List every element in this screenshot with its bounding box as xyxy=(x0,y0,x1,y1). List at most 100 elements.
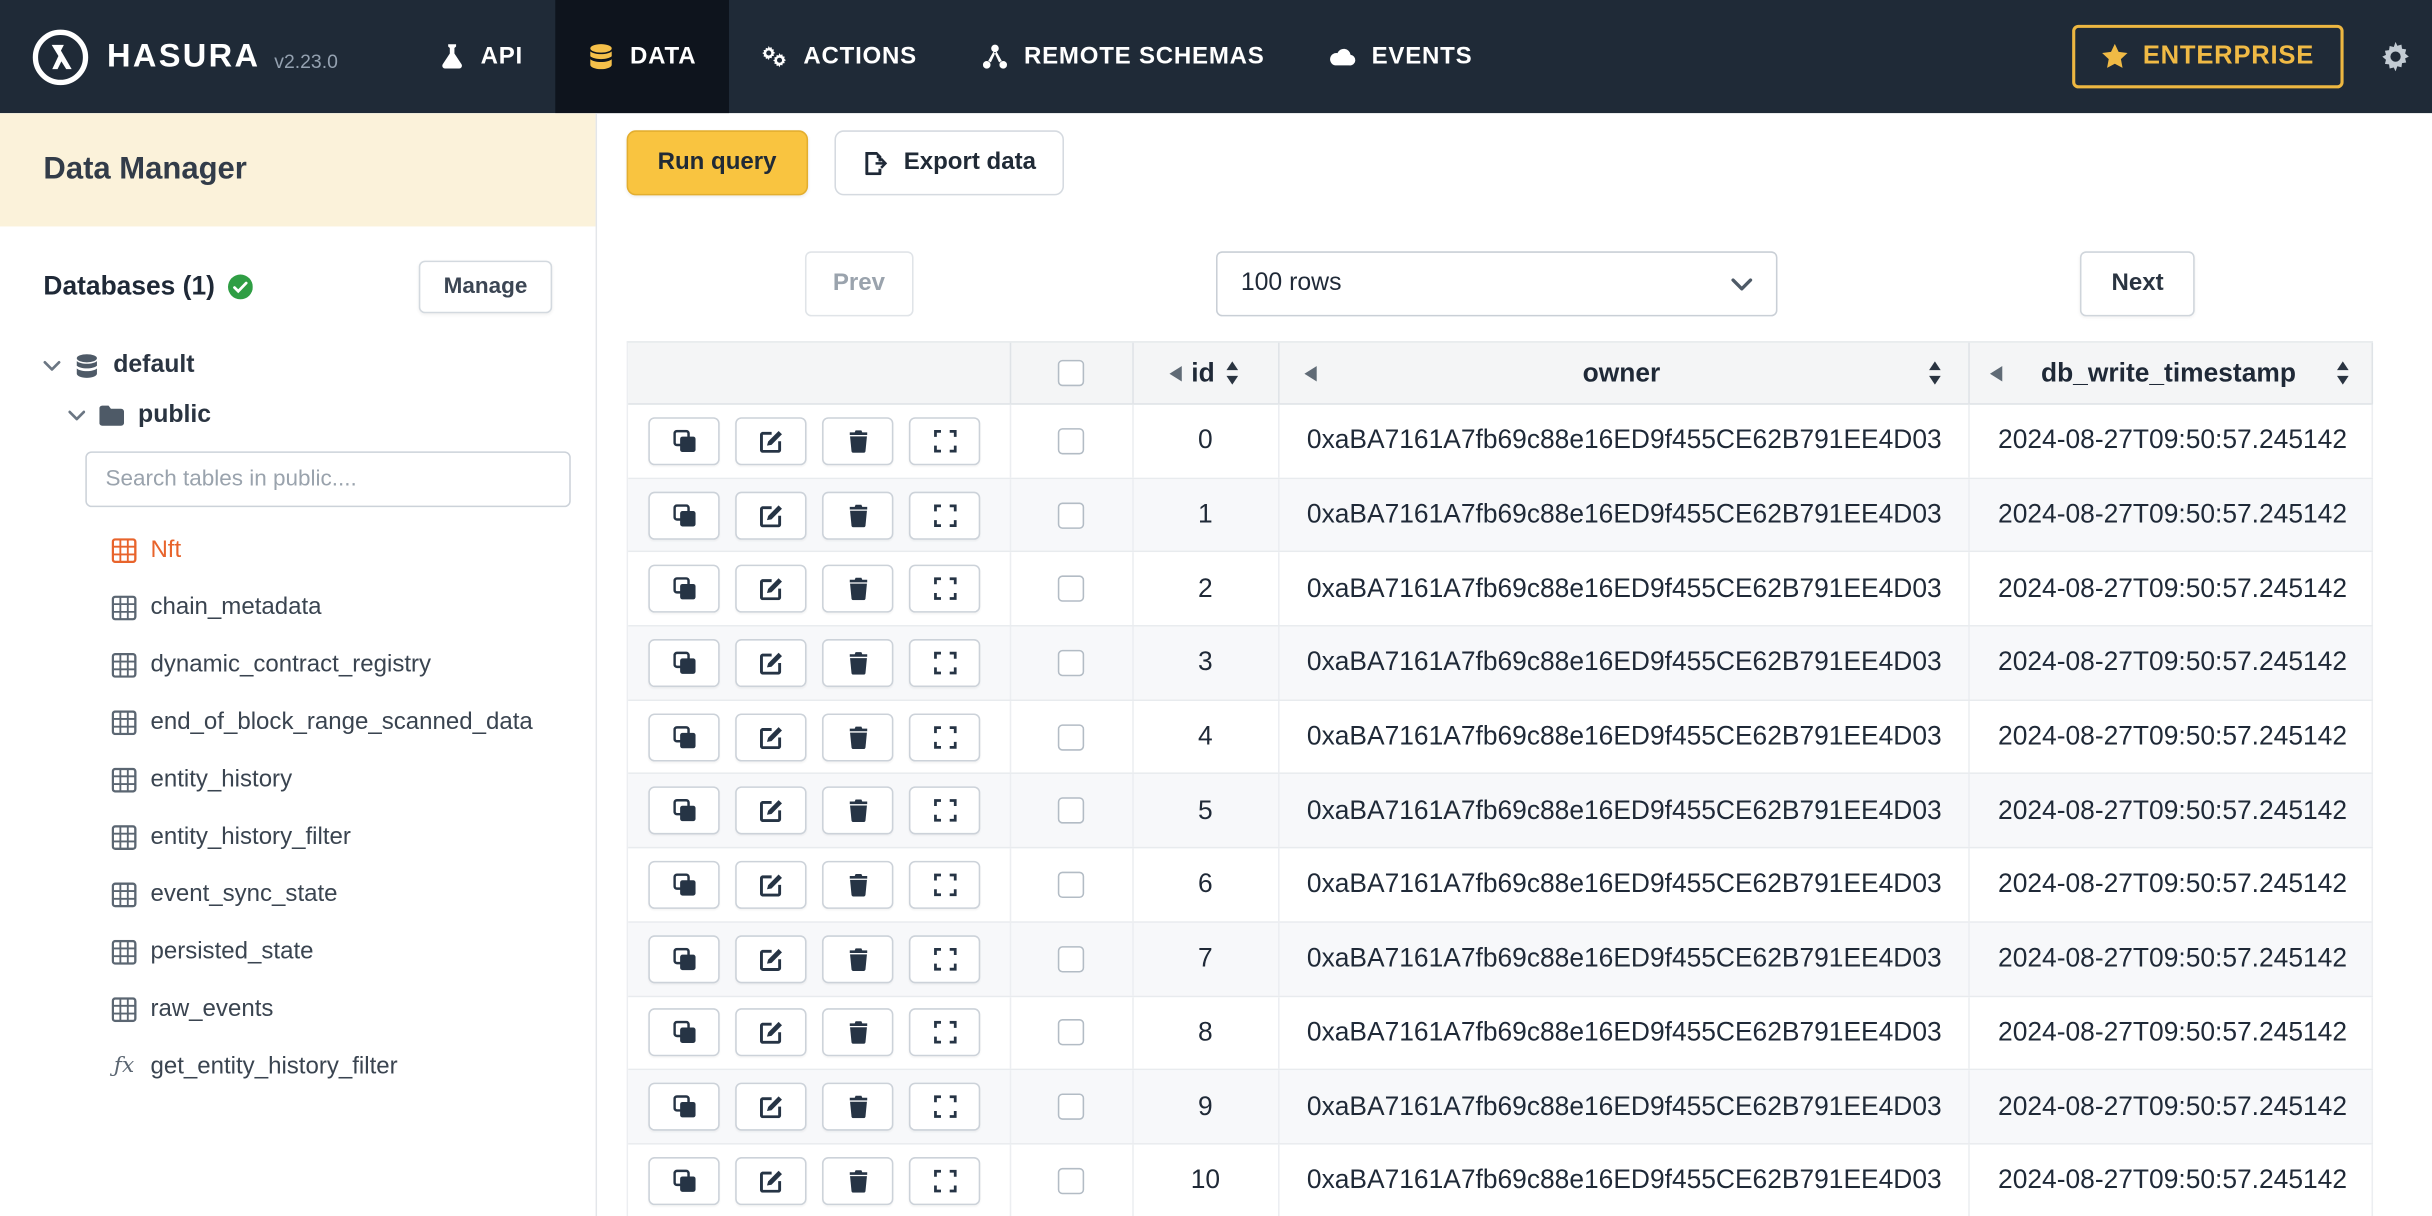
edit-row-button[interactable] xyxy=(735,860,807,909)
sidebar-table-Nft[interactable]: Nft xyxy=(112,521,552,578)
row-select-cell xyxy=(1011,774,1134,848)
delete-row-button[interactable] xyxy=(822,1082,894,1131)
run-query-button[interactable]: Run query xyxy=(626,130,808,196)
sidebar-table-dynamic_contract_registry[interactable]: dynamic_contract_registry xyxy=(112,636,552,693)
delete-row-button[interactable] xyxy=(822,712,894,761)
row-checkbox[interactable] xyxy=(1058,1167,1085,1194)
manage-button[interactable]: Manage xyxy=(418,260,553,314)
expand-row-button[interactable] xyxy=(908,860,981,909)
sidebar-table-get_entity_history_filter[interactable]: ƒx get_entity_history_filter xyxy=(112,1038,552,1095)
row-checkbox[interactable] xyxy=(1058,945,1085,972)
expand-row-button[interactable] xyxy=(908,934,981,983)
expand-row-button[interactable] xyxy=(908,416,981,466)
row-checkbox[interactable] xyxy=(1058,1093,1085,1120)
tree-item-schema-public[interactable]: public xyxy=(68,391,552,441)
table-search-input[interactable] xyxy=(85,451,571,508)
sidebar-table-raw_events[interactable]: raw_events xyxy=(112,980,552,1037)
sort-icon[interactable] xyxy=(2334,361,2351,384)
nav-item-api[interactable]: API xyxy=(406,0,555,113)
row-checkbox[interactable] xyxy=(1058,871,1085,898)
copy-row-button[interactable] xyxy=(648,638,720,687)
copy-row-button[interactable] xyxy=(648,1156,720,1205)
delete-row-button[interactable] xyxy=(822,638,894,687)
sidebar-table-end_of_block_range_scanned_data[interactable]: end_of_block_range_scanned_data xyxy=(112,693,552,750)
nav-item-remote-schemas[interactable]: REMOTE SCHEMAS xyxy=(950,0,1298,113)
select-all-checkbox[interactable] xyxy=(1058,359,1085,387)
delete-row-button[interactable] xyxy=(822,786,894,835)
row-checkbox[interactable] xyxy=(1058,427,1085,455)
export-icon xyxy=(862,151,888,174)
collapse-column-icon[interactable] xyxy=(1170,365,1182,381)
pagination: Prev 100 rows Next xyxy=(627,251,2373,317)
copy-row-button[interactable] xyxy=(648,934,720,983)
prev-page-button[interactable]: Prev xyxy=(804,251,913,317)
copy-row-button[interactable] xyxy=(648,712,720,761)
copy-row-button[interactable] xyxy=(648,1082,720,1131)
expand-row-button[interactable] xyxy=(908,786,981,835)
expand-row-button[interactable] xyxy=(908,564,981,613)
edit-row-button[interactable] xyxy=(735,638,807,687)
sidebar-table-entity_history[interactable]: entity_history xyxy=(112,751,552,808)
copy-row-button[interactable] xyxy=(648,860,720,909)
nav-item-events[interactable]: EVENTS xyxy=(1297,0,1505,113)
row-checkbox[interactable] xyxy=(1058,575,1085,603)
edit-row-button[interactable] xyxy=(735,490,807,540)
expand-row-button[interactable] xyxy=(908,1082,981,1131)
row-checkbox[interactable] xyxy=(1058,723,1085,751)
delete-row-button[interactable] xyxy=(822,564,894,613)
delete-row-button[interactable] xyxy=(822,490,894,540)
row-checkbox[interactable] xyxy=(1058,501,1085,529)
edit-row-button[interactable] xyxy=(735,1082,807,1131)
sidebar-table-chain_metadata[interactable]: chain_metadata xyxy=(112,579,552,636)
tree-item-database-default[interactable]: default xyxy=(43,341,552,391)
delete-row-button[interactable] xyxy=(822,860,894,909)
cell-owner: 0xaBA7161A7fb69c88e16ED9f455CE62B791EE4D… xyxy=(1279,626,1971,700)
sort-icon[interactable] xyxy=(1927,361,1944,384)
nav-item-actions[interactable]: ACTIONS xyxy=(729,0,950,113)
delete-row-button[interactable] xyxy=(822,1008,894,1057)
nav-item-data[interactable]: DATA xyxy=(555,0,729,114)
settings-gear-icon[interactable] xyxy=(2381,42,2410,71)
edit-row-button[interactable] xyxy=(735,564,807,613)
sort-icon[interactable] xyxy=(1224,361,1241,384)
expand-row-button[interactable] xyxy=(908,490,981,540)
cell-id: 6 xyxy=(1133,848,1279,922)
copy-row-button[interactable] xyxy=(648,416,720,466)
export-data-button[interactable]: Export data xyxy=(833,130,1064,196)
row-select-cell xyxy=(1011,700,1134,774)
sidebar-table-entity_history_filter[interactable]: entity_history_filter xyxy=(112,808,552,865)
expand-row-button[interactable] xyxy=(908,1156,981,1205)
sidebar-table-event_sync_state[interactable]: event_sync_state xyxy=(112,865,552,922)
edit-row-button[interactable] xyxy=(735,934,807,983)
row-checkbox[interactable] xyxy=(1058,649,1085,677)
expand-icon xyxy=(933,873,956,896)
copy-row-button[interactable] xyxy=(648,786,720,835)
row-checkbox[interactable] xyxy=(1058,797,1085,825)
expand-row-button[interactable] xyxy=(908,1008,981,1057)
rows-per-page-select[interactable]: 100 rows xyxy=(1216,251,1778,317)
expand-row-button[interactable] xyxy=(908,638,981,687)
copy-row-button[interactable] xyxy=(648,1008,720,1057)
copy-row-button[interactable] xyxy=(648,490,720,540)
cell-owner: 0xaBA7161A7fb69c88e16ED9f455CE62B791EE4D… xyxy=(1279,996,1971,1069)
delete-row-button[interactable] xyxy=(822,1156,894,1205)
next-page-button[interactable]: Next xyxy=(2080,251,2195,317)
enterprise-button[interactable]: ENTERPRISE xyxy=(2071,24,2344,89)
expand-row-button[interactable] xyxy=(908,712,981,761)
collapse-column-icon[interactable] xyxy=(1304,365,1316,381)
copy-icon xyxy=(672,725,695,748)
edit-row-button[interactable] xyxy=(735,1156,807,1205)
delete-row-button[interactable] xyxy=(822,416,894,466)
delete-row-button[interactable] xyxy=(822,934,894,983)
sidebar-table-persisted_state[interactable]: persisted_state xyxy=(112,923,552,980)
edit-row-button[interactable] xyxy=(735,1008,807,1057)
row-checkbox[interactable] xyxy=(1058,1019,1085,1046)
table-icon xyxy=(112,767,137,792)
edit-row-button[interactable] xyxy=(735,416,807,466)
collapse-column-icon[interactable] xyxy=(1990,365,2002,381)
edit-row-button[interactable] xyxy=(735,712,807,761)
select-all-cell xyxy=(1011,342,1134,404)
brand[interactable]: HASURA v2.23.0 xyxy=(31,0,338,113)
copy-row-button[interactable] xyxy=(648,564,720,613)
edit-row-button[interactable] xyxy=(735,786,807,835)
